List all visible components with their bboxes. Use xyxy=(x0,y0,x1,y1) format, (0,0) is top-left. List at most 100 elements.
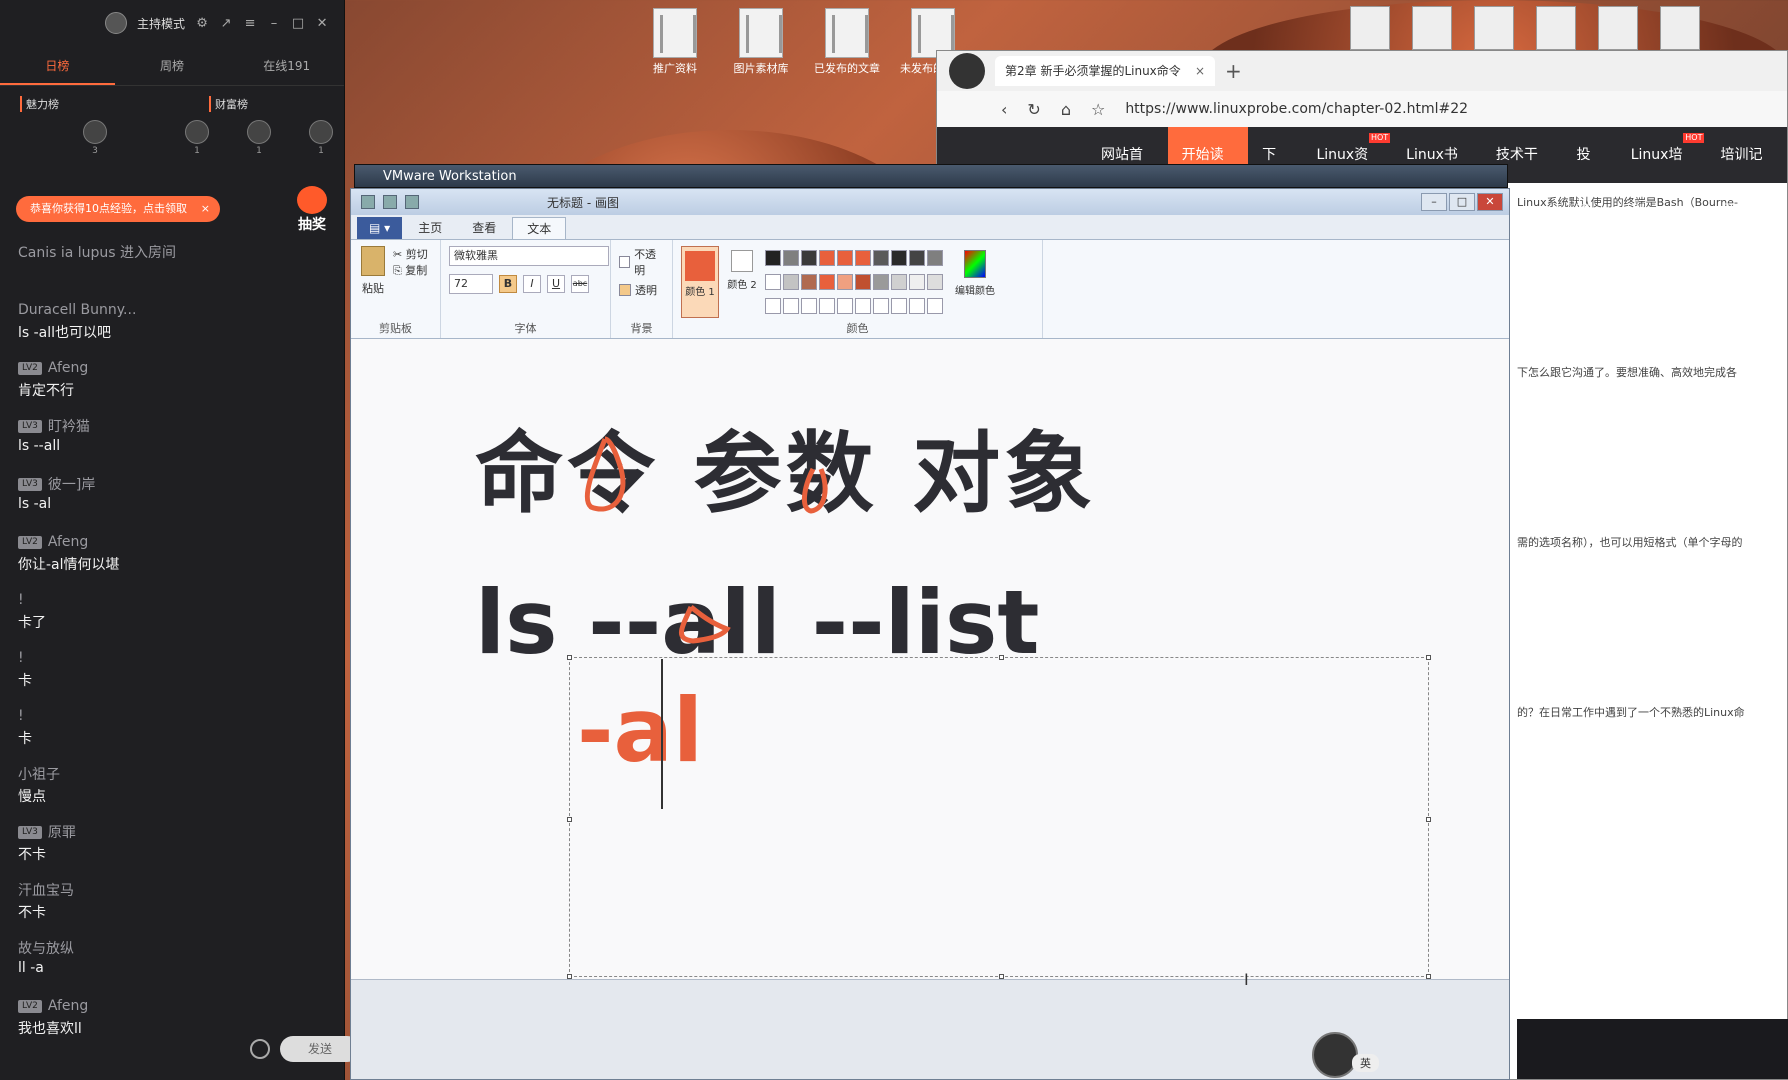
palette-swatch[interactable] xyxy=(819,274,835,290)
file-icon[interactable] xyxy=(1412,6,1452,50)
maximize-icon[interactable]: □ xyxy=(291,16,305,31)
refresh-icon[interactable]: ↻ xyxy=(1027,100,1040,119)
tab-online[interactable]: 在线191 xyxy=(229,46,344,85)
save-icon[interactable] xyxy=(361,195,375,209)
palette-swatch[interactable] xyxy=(873,298,889,314)
chat-username[interactable]: LV3 原罪 xyxy=(18,820,327,844)
palette-swatch[interactable] xyxy=(801,250,817,266)
palette-swatch[interactable] xyxy=(873,274,889,290)
browser-tab[interactable]: 第2章 新手必须掌握的Linux命令 × xyxy=(995,56,1215,86)
close-icon[interactable]: ✕ xyxy=(1477,193,1503,211)
resize-handle[interactable] xyxy=(567,817,572,822)
file-icon[interactable] xyxy=(1598,6,1638,50)
file-icon[interactable] xyxy=(1536,6,1576,50)
new-tab-button[interactable]: + xyxy=(1225,59,1242,83)
chat-username[interactable]: LV2 Afeng xyxy=(18,994,327,1018)
palette-swatch[interactable] xyxy=(855,274,871,290)
ime-indicator[interactable]: 英 xyxy=(1352,1054,1379,1072)
underline-button[interactable]: U xyxy=(547,275,565,293)
share-icon[interactable]: ↗ xyxy=(219,16,233,31)
menu-icon[interactable]: ≡ xyxy=(243,16,257,31)
chat-username[interactable]: 小祖子 xyxy=(18,762,327,786)
font-size-select[interactable]: 72 xyxy=(449,274,493,294)
send-button[interactable]: 发送 xyxy=(280,1036,360,1062)
star-icon[interactable]: ☆ xyxy=(1091,100,1105,119)
palette-swatch[interactable] xyxy=(765,250,781,266)
palette-swatch[interactable] xyxy=(891,298,907,314)
canvas-text-editing[interactable]: -al xyxy=(577,679,703,782)
close-icon[interactable]: ✕ xyxy=(315,16,329,31)
minimize-icon[interactable]: – xyxy=(1421,193,1447,211)
file-icon[interactable] xyxy=(1350,6,1390,50)
color2-button[interactable]: 颜色 2 xyxy=(727,246,757,320)
emoji-icon[interactable] xyxy=(250,1039,270,1059)
palette-swatch[interactable] xyxy=(783,250,799,266)
rank-user[interactable]: 1 xyxy=(308,120,334,156)
chat-username[interactable]: ! xyxy=(18,646,327,670)
bold-button[interactable]: B xyxy=(499,275,517,293)
palette-swatch[interactable] xyxy=(819,298,835,314)
resize-handle[interactable] xyxy=(1426,817,1431,822)
tab-view[interactable]: 查看 xyxy=(458,217,510,239)
palette-swatch[interactable] xyxy=(837,274,853,290)
palette-swatch[interactable] xyxy=(909,274,925,290)
palette-swatch[interactable] xyxy=(927,274,943,290)
chat-username[interactable]: ! xyxy=(18,588,327,612)
tab-text[interactable]: 文本 xyxy=(512,217,567,239)
palette-swatch[interactable] xyxy=(927,298,943,314)
color1-button[interactable]: 颜色 1 xyxy=(681,246,719,318)
palette-swatch[interactable] xyxy=(837,298,853,314)
paste-button[interactable]: 粘贴 xyxy=(359,246,387,320)
palette-swatch[interactable] xyxy=(909,298,925,314)
rank-user[interactable]: 3 xyxy=(82,120,108,156)
palette-swatch[interactable] xyxy=(765,274,781,290)
palette-swatch[interactable] xyxy=(927,250,943,266)
font-family-select[interactable]: 微软雅黑 xyxy=(449,246,609,266)
reward-banner[interactable]: 恭喜你获得10点经验，点击领取 × xyxy=(16,196,220,222)
palette-swatch[interactable] xyxy=(909,250,925,266)
minimize-icon[interactable]: – xyxy=(267,16,281,31)
opaque-option[interactable]: 不透明 xyxy=(619,246,664,278)
undo-icon[interactable] xyxy=(383,195,397,209)
edit-colors-button[interactable]: 编辑颜色 xyxy=(951,246,999,320)
wealth-rank-label[interactable]: 财富榜 xyxy=(209,96,248,112)
transparent-option[interactable]: 透明 xyxy=(619,282,664,298)
desktop-icon-folder[interactable]: 图片素材库 xyxy=(726,8,796,76)
strikethrough-button[interactable]: abc xyxy=(571,275,589,293)
maximize-icon[interactable]: □ xyxy=(1449,193,1475,211)
palette-swatch[interactable] xyxy=(891,250,907,266)
tab-daily[interactable]: 日榜 xyxy=(0,46,115,85)
chat-username[interactable]: LV3 彼一]岸 xyxy=(18,472,327,496)
rank-user[interactable]: 1 xyxy=(184,120,210,156)
italic-button[interactable]: I xyxy=(523,275,541,293)
rank-user[interactable]: 1 xyxy=(246,120,272,156)
palette-swatch[interactable] xyxy=(765,298,781,314)
nav-item-submit[interactable]: 投稿 xyxy=(1562,127,1616,219)
nav-item-records[interactable]: 培训记录 xyxy=(1706,127,1787,219)
nav-item-training[interactable]: Linux培训 HOT xyxy=(1617,127,1707,219)
palette-swatch[interactable] xyxy=(801,298,817,314)
chat-username[interactable]: ! xyxy=(18,704,327,728)
chat-username[interactable]: LV3 盯衿猫 xyxy=(18,414,327,438)
avatar[interactable] xyxy=(105,12,127,34)
palette-swatch[interactable] xyxy=(801,274,817,290)
chat-username[interactable]: Duracell Bunny... xyxy=(18,298,327,322)
palette-swatch[interactable] xyxy=(891,274,907,290)
palette-swatch[interactable] xyxy=(819,250,835,266)
back-icon[interactable]: ‹ xyxy=(1001,100,1007,119)
desktop-icon-folder[interactable]: 已发布的文章 xyxy=(812,8,882,76)
palette-swatch[interactable] xyxy=(783,298,799,314)
resize-handle[interactable] xyxy=(1426,655,1431,660)
palette-swatch[interactable] xyxy=(855,298,871,314)
home-icon[interactable]: ⌂ xyxy=(1061,100,1071,119)
settings-icon[interactable]: ⚙ xyxy=(195,16,209,31)
palette-swatch[interactable] xyxy=(855,250,871,266)
paint-canvas[interactable]: 命令 参数 对象 ls --all --list -al xyxy=(351,339,1509,979)
palette-swatch[interactable] xyxy=(873,250,889,266)
close-icon[interactable]: × xyxy=(201,196,210,222)
redo-icon[interactable] xyxy=(405,195,419,209)
chat-username[interactable]: 故与放纵 xyxy=(18,936,327,960)
tab-weekly[interactable]: 周榜 xyxy=(115,46,230,85)
palette-swatch[interactable] xyxy=(783,274,799,290)
resize-handle[interactable] xyxy=(567,655,572,660)
